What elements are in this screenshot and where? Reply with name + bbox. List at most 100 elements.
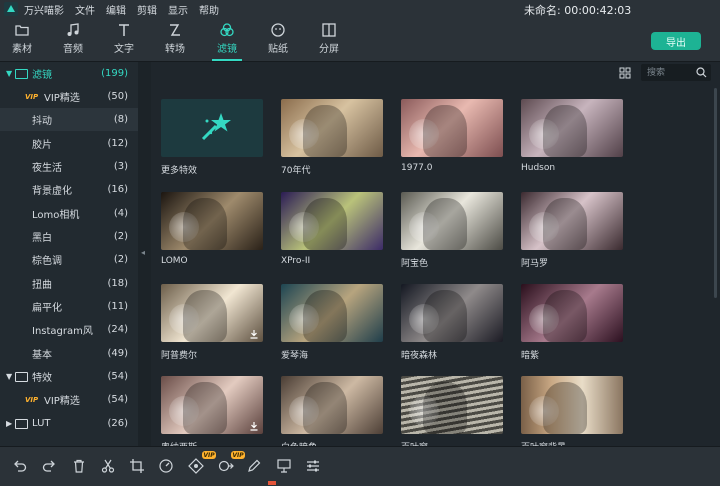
tab-sticker[interactable]: 贴纸: [258, 22, 298, 55]
folder-icon: [15, 372, 28, 382]
filter-name: 暗紫: [521, 351, 540, 361]
search-icon[interactable]: [696, 67, 707, 78]
filter-card[interactable]: 70年代: [281, 99, 383, 176]
undo-icon[interactable]: [12, 458, 28, 474]
redo-icon[interactable]: [41, 458, 57, 474]
tab-media[interactable]: 素材: [2, 22, 42, 55]
collapse-arrow-icon[interactable]: ▶: [6, 419, 12, 428]
export-button[interactable]: 导出: [651, 32, 701, 50]
delete-icon[interactable]: [71, 458, 87, 474]
expand-arrow-icon[interactable]: ▼: [6, 372, 12, 381]
sidebar-item-effects-vip[interactable]: VIP VIP精选 (54): [0, 388, 138, 411]
audio-mixer-icon[interactable]: [305, 458, 321, 474]
filter-thumbnail[interactable]: [161, 192, 263, 250]
tab-split-screen[interactable]: 分屏: [309, 22, 349, 55]
filter-thumbnail[interactable]: [161, 376, 263, 434]
filter-thumbnail[interactable]: [401, 99, 503, 157]
motion-track-icon[interactable]: [218, 458, 234, 474]
search-input[interactable]: [645, 65, 695, 81]
filter-card[interactable]: 暗紫: [521, 284, 623, 361]
sidebar-item-basic[interactable]: 基本 (49): [0, 342, 138, 365]
filter-card[interactable]: 百叶窗背景: [521, 376, 623, 453]
filter-card[interactable]: 爱琴海: [281, 284, 383, 361]
sidebar-item-sepia[interactable]: 棕色调 (2): [0, 248, 138, 271]
filter-card[interactable]: 阿普费尔: [161, 284, 263, 361]
sidebar-item-bokeh[interactable]: 背景虚化 (16): [0, 178, 138, 201]
filter-name: 暗夜森林: [401, 351, 438, 361]
filter-card[interactable]: 阿马罗: [521, 192, 623, 269]
tab-label: 音频: [63, 44, 83, 55]
vip-badge-icon: VIP: [231, 451, 245, 459]
sidebar-item-nightlife[interactable]: 夜生活 (3): [0, 155, 138, 178]
sidebar-item-bw[interactable]: 黑白 (2): [0, 225, 138, 248]
sidebar-item-flat[interactable]: 扁平化 (11): [0, 295, 138, 318]
filter-thumbnail[interactable]: [281, 99, 383, 157]
menu-help[interactable]: 帮助: [199, 2, 219, 17]
vip-badge-icon: VIP: [25, 92, 39, 101]
filter-thumbnail[interactable]: [281, 376, 383, 434]
scrollbar-thumb[interactable]: [714, 88, 717, 298]
tab-transition[interactable]: 转场: [155, 22, 195, 55]
filter-card[interactable]: 百叶窗: [401, 376, 503, 453]
filter-thumbnail[interactable]: [161, 99, 263, 157]
filter-thumbnail[interactable]: [401, 284, 503, 342]
filter-card[interactable]: 1977.0: [401, 99, 503, 173]
folder-icon: [15, 69, 28, 79]
filter-thumbnail[interactable]: [281, 192, 383, 250]
tab-audio[interactable]: 音频: [53, 22, 93, 55]
filter-thumbnail[interactable]: [521, 192, 623, 250]
sidebar-item-filters[interactable]: ▼ 滤镜 (199): [0, 62, 138, 85]
tab-filter[interactable]: 滤镜: [207, 22, 247, 61]
speed-icon[interactable]: [158, 458, 174, 474]
transition-icon: [170, 24, 180, 36]
filter-card[interactable]: 阿宝色: [401, 192, 503, 269]
filter-card[interactable]: LOMO: [161, 192, 263, 266]
menu-clip[interactable]: 剪辑: [137, 2, 157, 17]
menu-file[interactable]: 文件: [75, 2, 95, 17]
filter-thumbnail[interactable]: [401, 376, 503, 434]
sidebar-item-vip[interactable]: VIP VIP精选 (50): [0, 85, 138, 108]
sidebar-item-shake[interactable]: 抖动 (8): [0, 108, 138, 131]
magic-wand-icon: [201, 113, 231, 141]
sidebar-item-lomo[interactable]: Lomo相机 (4): [0, 202, 138, 225]
sidebar-item-lut[interactable]: ▶ LUT (26): [0, 412, 138, 435]
filter-card[interactable]: 暗夜森林: [401, 284, 503, 361]
search-box: [641, 64, 711, 81]
download-icon[interactable]: [249, 329, 259, 339]
filter-thumbnail[interactable]: [521, 376, 623, 434]
marker-icon[interactable]: [276, 458, 292, 474]
panel-splitter[interactable]: ◂: [138, 62, 151, 446]
crop-icon[interactable]: [129, 458, 145, 474]
tab-text[interactable]: 文字: [104, 22, 144, 55]
filter-card[interactable]: 奥纳西斯: [161, 376, 263, 453]
music-note-icon: [67, 23, 79, 36]
sidebar-item-effects[interactable]: ▼ 特效 (54): [0, 365, 138, 388]
collapse-panel-icon[interactable]: ◂: [141, 248, 145, 257]
filter-thumbnail[interactable]: [521, 99, 623, 157]
sidebar-item-instagram[interactable]: Instagram风 (24): [0, 318, 138, 341]
filter-card[interactable]: 更多特效: [161, 99, 263, 176]
scrollbar[interactable]: [711, 84, 719, 444]
color-match-icon[interactable]: [188, 458, 204, 474]
pen-icon[interactable]: [246, 458, 262, 474]
tab-label: 分屏: [319, 44, 339, 55]
filter-thumbnail[interactable]: [161, 284, 263, 342]
filter-thumbnail[interactable]: [281, 284, 383, 342]
playhead-marker[interactable]: [268, 481, 276, 485]
download-icon[interactable]: [249, 421, 259, 431]
filter-thumbnail[interactable]: [521, 284, 623, 342]
filter-name: 70年代: [281, 166, 311, 176]
filter-card[interactable]: Hudson: [521, 99, 623, 173]
split-screen-icon: [322, 23, 336, 37]
filter-card[interactable]: XPro-II: [281, 192, 383, 266]
sidebar-item-film[interactable]: 胶片 (12): [0, 132, 138, 155]
menu-view[interactable]: 显示: [168, 2, 188, 17]
sidebar-item-distortion[interactable]: 扭曲 (18): [0, 272, 138, 295]
expand-arrow-icon[interactable]: ▼: [6, 69, 12, 78]
cut-icon[interactable]: [100, 458, 116, 474]
menu-edit[interactable]: 编辑: [106, 2, 126, 17]
filter-card[interactable]: 白色暗角: [281, 376, 383, 453]
filter-thumbnail[interactable]: [401, 192, 503, 250]
grid-view-icon[interactable]: [619, 67, 631, 79]
filter-name: 1977.0: [401, 163, 433, 173]
